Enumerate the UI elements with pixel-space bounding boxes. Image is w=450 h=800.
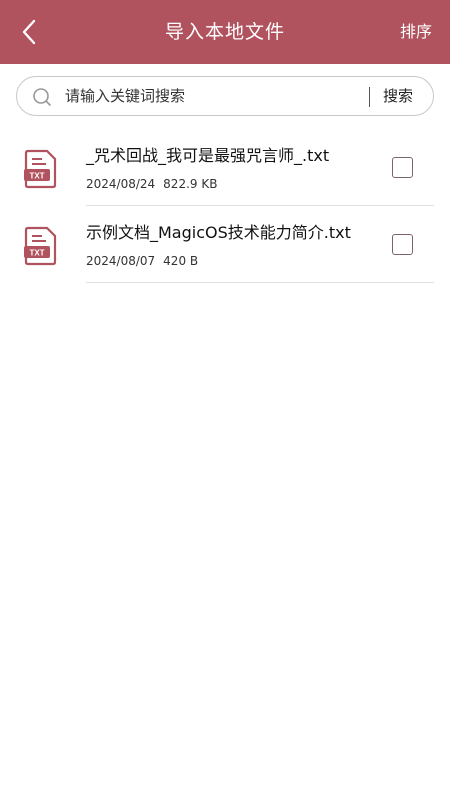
file-size: 420 B xyxy=(163,254,199,268)
select-checkbox[interactable] xyxy=(392,234,413,255)
file-meta: 2024/08/07 420 B xyxy=(86,254,198,268)
txt-file-icon: TXT xyxy=(24,226,57,266)
sort-button[interactable]: 排序 xyxy=(400,0,432,64)
search-button[interactable]: 搜索 xyxy=(383,77,413,115)
search-icon xyxy=(33,88,51,106)
select-checkbox[interactable] xyxy=(392,157,413,178)
page-title: 导入本地文件 xyxy=(164,21,285,43)
file-meta: 2024/08/24 822.9 KB xyxy=(86,177,217,191)
search-bar: 搜索 xyxy=(16,76,434,116)
file-name: 示例文档_MagicOS技术能力简介.txt xyxy=(86,223,351,242)
txt-file-icon: TXT xyxy=(24,149,57,189)
item-divider xyxy=(86,282,434,283)
search-input[interactable] xyxy=(65,77,365,115)
file-list-item[interactable]: TXT 示例文档_MagicOS技术能力简介.txt 2024/08/07 420… xyxy=(0,206,450,283)
search-divider xyxy=(369,87,370,107)
svg-text:TXT: TXT xyxy=(29,172,44,181)
file-size: 822.9 KB xyxy=(163,177,218,191)
file-name: _咒术回战_我可是最强咒言师_.txt xyxy=(86,146,330,165)
svg-text:TXT: TXT xyxy=(29,249,44,258)
file-date: 2024/08/24 xyxy=(86,177,156,191)
file-list-item[interactable]: TXT _咒术回战_我可是最强咒言师_.txt 2024/08/24 822.9 … xyxy=(0,129,450,206)
top-app-bar: 导入本地文件 排序 xyxy=(0,0,450,64)
file-date: 2024/08/07 xyxy=(86,254,156,268)
